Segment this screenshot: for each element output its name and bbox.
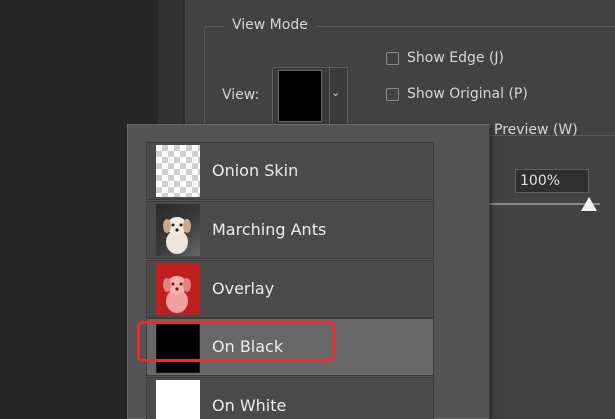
view-mode-title: View Mode <box>224 17 316 33</box>
chevron-down-icon[interactable]: ⌄ <box>331 86 340 99</box>
menu-item-onion-skin[interactable]: Onion Skin <box>146 142 434 200</box>
menu-item-label: Marching Ants <box>212 220 327 239</box>
show-original-checkbox[interactable] <box>386 87 399 101</box>
view-label: View: <box>222 87 260 103</box>
show-edge-label: Show Edge (J) <box>407 50 504 66</box>
dog-red-overlay-thumbnail <box>156 263 200 315</box>
show-edge-checkbox[interactable] <box>386 51 399 65</box>
opacity-slider-thumb[interactable] <box>581 197 597 211</box>
menu-item-marching-ants[interactable]: Marching Ants <box>146 201 434 259</box>
menu-item-label: Overlay <box>212 279 275 298</box>
show-edge-option[interactable]: Show Edge (J) <box>386 50 504 66</box>
view-picker-divider <box>329 68 330 124</box>
view-mode-group <box>204 26 615 136</box>
show-original-option[interactable]: Show Original (P) <box>386 86 528 102</box>
checkerboard-thumbnail <box>156 145 200 197</box>
menu-item-label: Onion Skin <box>212 161 299 180</box>
menu-item-on-white[interactable]: On White <box>146 377 434 419</box>
menu-item-overlay[interactable]: Overlay <box>146 260 434 318</box>
preview-label: Preview (W) <box>494 122 578 138</box>
menu-item-label: On White <box>212 396 287 415</box>
white-swatch-thumbnail <box>156 380 200 419</box>
view-swatch-black[interactable] <box>278 70 322 122</box>
show-original-label: Show Original (P) <box>407 86 528 102</box>
opacity-input[interactable]: 100% <box>515 169 589 193</box>
dog-photo-thumbnail <box>156 204 200 256</box>
selection-highlight-box <box>137 321 335 362</box>
